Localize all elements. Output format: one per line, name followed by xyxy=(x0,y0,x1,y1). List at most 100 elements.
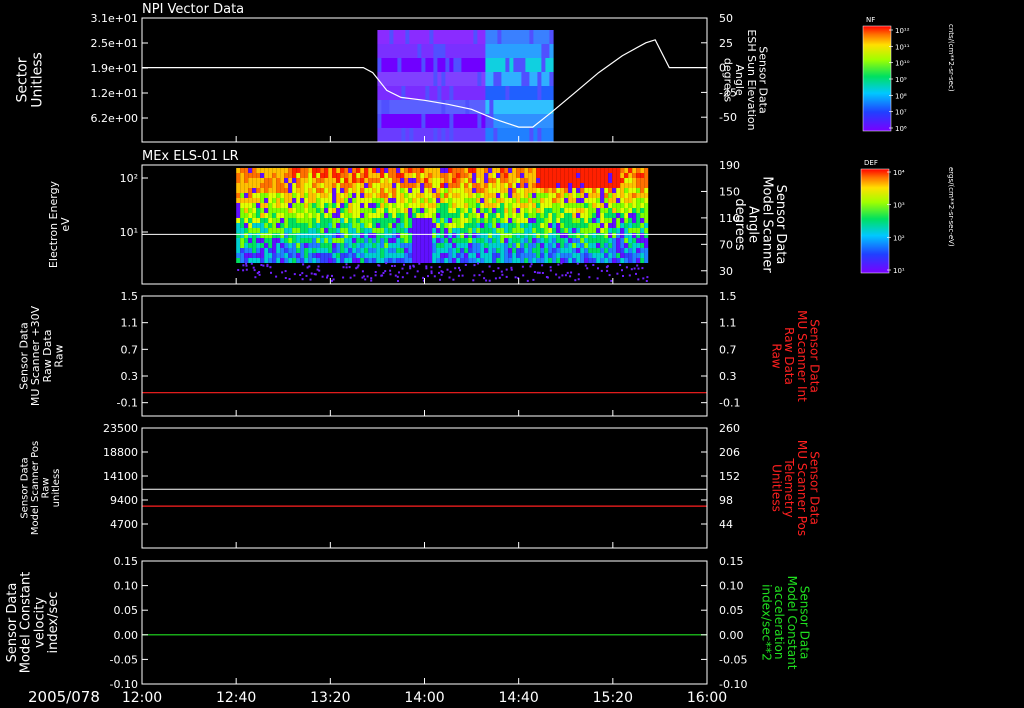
heat-cell xyxy=(604,223,609,228)
heat-cell xyxy=(316,238,321,243)
heat-cell xyxy=(525,114,530,128)
heat-cell xyxy=(489,30,494,44)
heat-cell xyxy=(564,188,569,193)
heat-speck xyxy=(522,274,525,277)
heat-cell xyxy=(268,193,273,198)
heat-speck xyxy=(269,266,272,269)
heat-cell xyxy=(512,253,517,258)
heat-cell xyxy=(328,198,333,203)
heat-cell xyxy=(436,223,441,228)
heat-cell xyxy=(484,223,489,228)
heat-cell xyxy=(389,30,394,44)
heat-cell xyxy=(416,238,421,243)
colorbar-tick-label: 10¹² xyxy=(895,27,910,35)
heat-speck xyxy=(381,274,384,277)
left-tick-label: 6.2e+00 xyxy=(91,112,138,125)
heat-cell xyxy=(588,248,593,253)
heat-cell xyxy=(292,183,297,188)
heat-speck xyxy=(318,269,321,272)
heat-cell xyxy=(324,188,329,193)
heat-cell xyxy=(372,238,377,243)
heat-cell xyxy=(481,128,486,142)
heat-cell xyxy=(508,193,513,198)
heat-cell xyxy=(356,228,361,233)
heat-cell xyxy=(612,168,617,173)
heat-cell xyxy=(620,203,625,208)
heat-cell xyxy=(456,223,461,228)
heat-cell xyxy=(517,30,522,44)
heat-cell xyxy=(493,30,498,44)
heat-cell xyxy=(608,258,613,263)
heat-cell xyxy=(644,188,649,193)
heat-cell xyxy=(500,238,505,243)
heat-cell xyxy=(432,183,437,188)
heat-cell xyxy=(485,58,490,72)
heat-cell xyxy=(413,58,418,72)
heat-cell xyxy=(616,178,621,183)
heat-cell xyxy=(556,188,561,193)
heat-cell xyxy=(404,183,409,188)
heat-cell xyxy=(528,243,533,248)
heat-cell xyxy=(588,198,593,203)
heat-cell xyxy=(473,58,478,72)
heat-cell xyxy=(388,183,393,188)
heat-cell xyxy=(412,178,417,183)
heat-cell xyxy=(304,183,309,188)
heat-cell xyxy=(352,218,357,223)
heat-speck xyxy=(438,271,440,274)
heat-cell xyxy=(304,228,309,233)
heat-cell xyxy=(280,188,285,193)
heat-cell xyxy=(624,243,629,248)
heat-cell xyxy=(580,233,585,238)
heat-cell xyxy=(316,208,321,213)
heat-cell xyxy=(636,233,641,238)
heat-cell xyxy=(512,193,517,198)
heat-cell xyxy=(385,114,390,128)
heat-cell xyxy=(504,168,509,173)
heat-speck xyxy=(398,271,400,274)
heat-cell xyxy=(352,168,357,173)
heat-speck xyxy=(242,269,245,272)
heat-cell xyxy=(260,233,265,238)
heat-cell xyxy=(436,233,441,238)
heat-cell xyxy=(444,238,449,243)
heat-cell xyxy=(400,238,405,243)
heat-cell xyxy=(480,198,485,203)
right-tick-label: 0.00 xyxy=(719,629,744,642)
heat-cell xyxy=(521,72,526,86)
heat-cell xyxy=(428,178,433,183)
heat-cell xyxy=(460,233,465,238)
heat-cell xyxy=(493,86,498,100)
heat-cell xyxy=(256,188,261,193)
heat-cell xyxy=(320,178,325,183)
heat-cell xyxy=(480,173,485,178)
heat-speck xyxy=(478,274,481,277)
heat-cell xyxy=(508,213,513,218)
heat-cell xyxy=(252,253,257,258)
heat-cell xyxy=(424,198,429,203)
colorbar-tick-label: 10² xyxy=(893,234,905,242)
heat-cell xyxy=(533,44,538,58)
heat-cell xyxy=(416,218,421,223)
heat-cell xyxy=(505,58,510,72)
heat-cell xyxy=(436,203,441,208)
heat-cell xyxy=(376,253,381,258)
heat-cell xyxy=(256,248,261,253)
heat-cell xyxy=(356,178,361,183)
heat-cell xyxy=(513,86,518,100)
heat-cell xyxy=(320,233,325,238)
heat-cell xyxy=(352,253,357,258)
heat-cell xyxy=(388,193,393,198)
heat-cell xyxy=(280,233,285,238)
heat-cell xyxy=(592,193,597,198)
heat-cell xyxy=(320,218,325,223)
heat-cell xyxy=(552,183,557,188)
heat-cell xyxy=(624,173,629,178)
heat-cell xyxy=(596,233,601,238)
heat-cell xyxy=(344,203,349,208)
heat-cell xyxy=(356,188,361,193)
heat-cell xyxy=(540,188,545,193)
heat-cell xyxy=(344,188,349,193)
heat-cell xyxy=(564,173,569,178)
heat-cell xyxy=(620,223,625,228)
